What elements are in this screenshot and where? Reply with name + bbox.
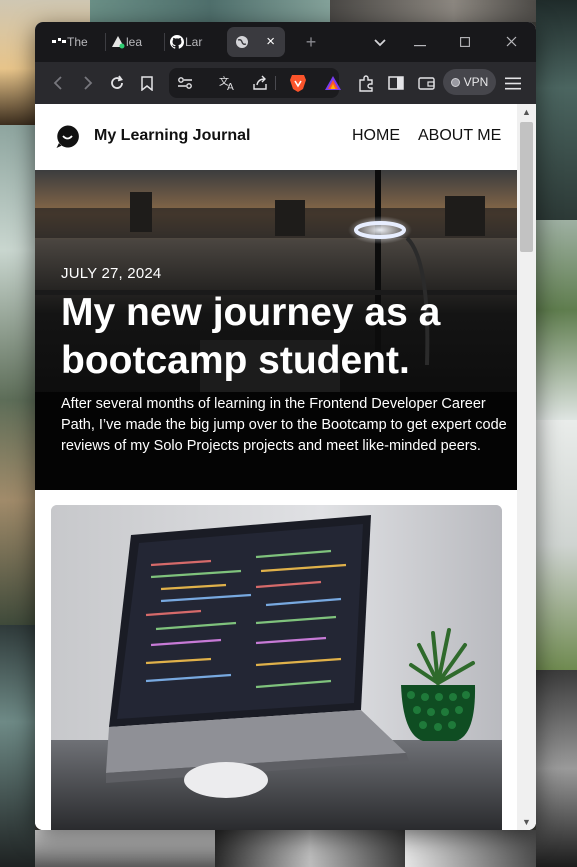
tab-1-label: The <box>67 35 88 49</box>
tab-strip: The lea Lar × + <box>35 22 536 62</box>
wallpaper-tile-palms <box>35 830 215 867</box>
site-title[interactable]: My Learning Journal <box>94 127 250 145</box>
nav-home-link[interactable]: HOME <box>352 127 400 145</box>
scroll-up-arrow-icon[interactable]: ▲ <box>517 104 536 120</box>
bookmark-button[interactable] <box>136 72 158 94</box>
brave-lion-icon[interactable] <box>287 72 309 94</box>
vpn-label: VPN <box>463 75 489 89</box>
tune-icon[interactable] <box>174 72 196 94</box>
triangle-icon <box>111 35 125 49</box>
dots-icon <box>52 35 66 49</box>
tab-3[interactable]: Lar <box>165 27 223 57</box>
globe-icon <box>235 35 249 49</box>
vpn-button[interactable]: VPN <box>443 69 496 95</box>
page-scrollbar[interactable]: ▲ ▼ <box>517 104 536 830</box>
tab-2-label: lea <box>126 35 143 49</box>
reload-button[interactable] <box>106 72 128 94</box>
post-excerpt: After several months of learning in the … <box>61 396 507 454</box>
urlbar-divider <box>275 76 276 90</box>
forward-button[interactable] <box>77 72 99 94</box>
browser-window: The lea Lar × + 文 A VPN My Learning Jour… <box>35 22 536 830</box>
wallpaper-tile-gym <box>215 830 405 867</box>
share-icon[interactable] <box>249 72 271 94</box>
tab-search-button[interactable] <box>370 32 390 52</box>
hamburger-icon[interactable] <box>502 72 524 94</box>
chat-bubble-logo-icon[interactable] <box>55 124 80 149</box>
sidebar-icon[interactable] <box>385 72 407 94</box>
address-bar[interactable]: 文A <box>169 68 339 98</box>
post-date: JULY 27, 2024 <box>61 265 162 282</box>
post-title[interactable]: My new journey as a bootcamp student. <box>61 289 501 385</box>
wallpaper-tile-left <box>0 125 35 625</box>
github-icon <box>170 35 184 49</box>
close-window-button[interactable] <box>501 32 521 52</box>
wallet-icon[interactable] <box>415 72 437 94</box>
tab-close-button[interactable]: × <box>266 33 275 51</box>
maximize-button[interactable] <box>455 32 475 52</box>
wallpaper-tile-sea <box>90 0 330 22</box>
tab-1[interactable]: The <box>47 27 105 57</box>
back-button[interactable] <box>47 72 69 94</box>
tab-active[interactable]: × <box>227 27 285 57</box>
translate-icon[interactable]: 文A <box>217 72 239 94</box>
new-tab-button[interactable]: + <box>301 32 321 52</box>
hero-section: JULY 27, 2024 My new journey as a bootca… <box>35 170 517 490</box>
vpn-status-icon <box>450 77 460 87</box>
wallpaper-tile-right <box>536 0 577 220</box>
laptop-photo <box>51 505 502 830</box>
wallpaper-tile-right-trees <box>536 220 577 420</box>
wallpaper-tile-bw <box>405 830 536 867</box>
page-viewport: My Learning Journal HOME ABOUT ME JULY 2… <box>35 104 536 830</box>
minimize-button[interactable] <box>410 32 430 52</box>
site-header: My Learning Journal HOME ABOUT ME <box>35 104 517 170</box>
tab-2[interactable]: lea <box>106 27 164 57</box>
scroll-down-arrow-icon[interactable]: ▼ <box>517 814 536 830</box>
wallpaper-tile-right-house <box>536 420 577 670</box>
svg-text:A: A <box>227 82 234 91</box>
wallpaper-tile-left-bottom <box>0 625 35 867</box>
puzzle-icon[interactable] <box>355 72 377 94</box>
post-thumbnail-image[interactable] <box>51 505 502 830</box>
nav-about-link[interactable]: ABOUT ME <box>418 127 501 145</box>
wallpaper-tile-right-bottom <box>536 670 577 867</box>
triangle-rewards-icon[interactable] <box>322 72 344 94</box>
browser-toolbar: 文A VPN <box>35 62 536 104</box>
tab-3-label: Lar <box>185 35 203 49</box>
scrollbar-thumb[interactable] <box>520 122 533 252</box>
